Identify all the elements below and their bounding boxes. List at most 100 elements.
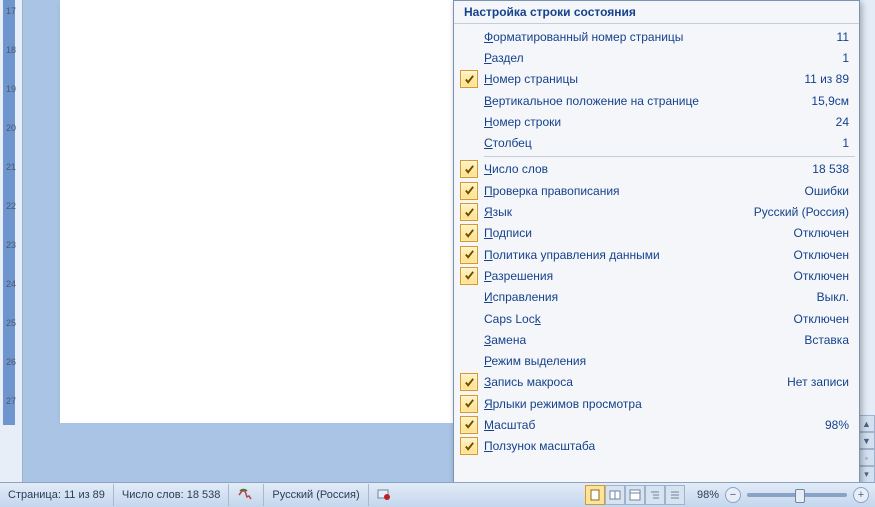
- menu-item[interactable]: Запись макросаНет записи: [454, 372, 859, 393]
- checkmark-icon: [460, 373, 478, 391]
- menu-item[interactable]: Вертикальное положение на странице15,9см: [454, 90, 859, 111]
- menu-item-label: Замена: [484, 333, 804, 347]
- menu-item[interactable]: ИсправленияВыкл.: [454, 287, 859, 308]
- menu-item[interactable]: Столбец1: [454, 132, 859, 153]
- menu-item-value: Отключен: [793, 312, 859, 326]
- view-print-layout-button[interactable]: [585, 485, 605, 505]
- ruler-tick-label: 24: [0, 279, 22, 289]
- browse-prev-icon[interactable]: ◦: [858, 449, 875, 466]
- ruler-tick-label: 20: [0, 123, 22, 133]
- menu-item[interactable]: Номер строки24: [454, 111, 859, 132]
- menu-item-value: 11: [837, 30, 859, 44]
- menu-item-value: Ошибки: [805, 184, 860, 198]
- menu-item-label: Ярлыки режимов просмотра: [484, 397, 849, 411]
- status-bar: Страница: 11 из 89 Число слов: 18 538 Ру…: [0, 482, 875, 507]
- spell-check-icon: [237, 487, 253, 503]
- checkmark-icon: [460, 395, 478, 413]
- menu-item-label: Номер страницы: [484, 72, 804, 86]
- menu-item-value: 1: [842, 51, 859, 65]
- menu-item[interactable]: Форматированный номер страницы11: [454, 26, 859, 47]
- menu-item[interactable]: Политика управления даннымиОтключен: [454, 244, 859, 265]
- menu-item[interactable]: Номер страницы11 из 89: [454, 69, 859, 90]
- ruler-tick-label: 27: [0, 396, 22, 406]
- zoom-slider-thumb[interactable]: [795, 489, 805, 503]
- zoom-out-button[interactable]: −: [725, 487, 741, 503]
- view-draft-button[interactable]: [665, 485, 685, 505]
- menu-item-value: 15,9см: [811, 94, 859, 108]
- menu-item-label: Запись макроса: [484, 375, 787, 389]
- checkmark-icon: [460, 70, 478, 88]
- macro-record-icon: [377, 487, 391, 504]
- zoom-controls: 98% − +: [685, 487, 875, 503]
- zoom-slider[interactable]: [747, 493, 847, 497]
- view-fullscreen-reading-button[interactable]: [605, 485, 625, 505]
- checkmark-icon: [460, 224, 478, 242]
- menu-item-value: Нет записи: [787, 375, 859, 389]
- menu-checkbox-col: [454, 203, 484, 221]
- scroll-down-arrow[interactable]: ▼: [858, 432, 875, 449]
- status-macro-recording[interactable]: [369, 484, 399, 506]
- ruler-tick-label: 22: [0, 201, 22, 211]
- menu-checkbox-col: [454, 267, 484, 285]
- ruler-tick-label: 23: [0, 240, 22, 250]
- menu-item-label: Caps Lock: [484, 312, 793, 326]
- menu-item[interactable]: Раздел1: [454, 47, 859, 68]
- view-outline-button[interactable]: [645, 485, 665, 505]
- menu-item-value: 18 538: [812, 162, 859, 176]
- view-web-layout-button[interactable]: [625, 485, 645, 505]
- menu-item-value: Отключен: [793, 269, 859, 283]
- ruler-tick-label: 19: [0, 84, 22, 94]
- menu-title: Настройка строки состояния: [454, 1, 859, 24]
- page-background: [22, 423, 453, 483]
- ruler-tick-label: 26: [0, 357, 22, 367]
- status-spelling[interactable]: [229, 484, 264, 506]
- menu-item[interactable]: Масштаб98%: [454, 414, 859, 435]
- menu-checkbox-col: [454, 373, 484, 391]
- ruler-tick-label: 25: [0, 318, 22, 328]
- menu-item[interactable]: ЗаменаВставка: [454, 329, 859, 350]
- zoom-percentage[interactable]: 98%: [691, 489, 725, 501]
- menu-item-label: Раздел: [484, 51, 842, 65]
- vertical-ruler[interactable]: 1718192021222324252627: [0, 0, 23, 483]
- ruler-tick-label: 17: [0, 6, 22, 16]
- menu-item-value: Отключен: [793, 248, 859, 262]
- status-word-count[interactable]: Число слов: 18 538: [114, 484, 229, 506]
- zoom-in-button[interactable]: +: [853, 487, 869, 503]
- menu-item[interactable]: Число слов18 538: [454, 159, 859, 180]
- status-bar-customize-menu: Настройка строки состояния Форматированн…: [453, 0, 860, 485]
- menu-item[interactable]: Caps LockОтключен: [454, 308, 859, 329]
- menu-item[interactable]: РазрешенияОтключен: [454, 265, 859, 286]
- status-page[interactable]: Страница: 11 из 89: [0, 484, 114, 506]
- browse-next-icon[interactable]: ▾: [858, 466, 875, 483]
- menu-item-value: Выкл.: [817, 290, 859, 304]
- menu-item[interactable]: Ярлыки режимов просмотра: [454, 393, 859, 414]
- menu-checkbox-col: [454, 224, 484, 242]
- menu-item-label: Режим выделения: [484, 354, 849, 368]
- menu-item[interactable]: Ползунок масштаба: [454, 436, 859, 457]
- menu-item-value: Русский (Россия): [754, 205, 859, 219]
- menu-separator: [484, 156, 855, 157]
- menu-item[interactable]: Проверка правописанияОшибки: [454, 180, 859, 201]
- checkmark-icon: [460, 203, 478, 221]
- view-buttons-group: [585, 484, 685, 506]
- menu-item[interactable]: ПодписиОтключен: [454, 223, 859, 244]
- menu-item-label: Масштаб: [484, 418, 825, 432]
- menu-item-label: Исправления: [484, 290, 817, 304]
- menu-checkbox-col: [454, 70, 484, 88]
- document-page[interactable]: [60, 0, 453, 423]
- checkmark-icon: [460, 182, 478, 200]
- menu-item[interactable]: ЯзыкРусский (Россия): [454, 201, 859, 222]
- menu-checkbox-col: [454, 395, 484, 413]
- menu-item[interactable]: Режим выделения: [454, 350, 859, 371]
- menu-checkbox-col: [454, 416, 484, 434]
- menu-checkbox-col: [454, 182, 484, 200]
- menu-checkbox-col: [454, 437, 484, 455]
- checkmark-icon: [460, 246, 478, 264]
- menu-item-value: 11 из 89: [804, 72, 859, 86]
- menu-item-label: Проверка правописания: [484, 184, 805, 198]
- document-area: 1718192021222324252627: [0, 0, 453, 483]
- ruler-tick-label: 18: [0, 45, 22, 55]
- menu-checkbox-col: [454, 246, 484, 264]
- status-language[interactable]: Русский (Россия): [264, 484, 368, 506]
- scroll-up-arrow[interactable]: ▲: [858, 415, 875, 432]
